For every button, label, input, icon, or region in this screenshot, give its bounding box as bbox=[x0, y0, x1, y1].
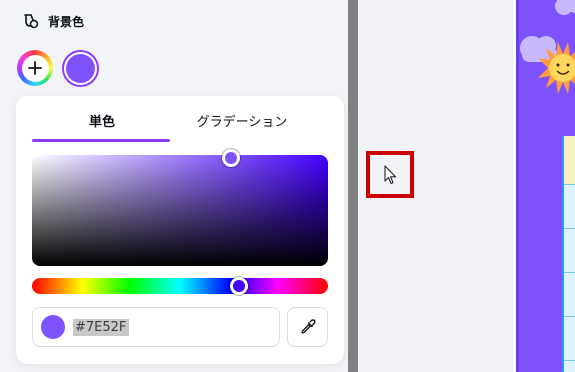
hue-slider[interactable] bbox=[32, 277, 328, 295]
panel-header: 背景色 bbox=[20, 10, 84, 32]
cursor-highlight-box bbox=[366, 151, 414, 198]
sun-illustration bbox=[538, 42, 575, 94]
hue-slider-handle[interactable] bbox=[230, 277, 248, 295]
add-color-button[interactable] bbox=[17, 50, 53, 86]
color-mode-tabs: 単色 グラデーション bbox=[32, 110, 312, 142]
current-color-swatch[interactable] bbox=[62, 50, 99, 87]
hex-input[interactable] bbox=[73, 318, 129, 336]
saturation-handle[interactable] bbox=[222, 149, 240, 167]
saturation-value-area[interactable] bbox=[32, 149, 328, 266]
hex-color-preview bbox=[41, 315, 65, 339]
color-picker-popover: 単色 グラデーション bbox=[16, 96, 344, 364]
calendar-board bbox=[562, 136, 575, 372]
design-page-preview[interactable] bbox=[514, 0, 575, 372]
palette-bucket-icon bbox=[20, 11, 40, 31]
tab-gradient[interactable]: グラデーション bbox=[172, 110, 312, 140]
panel-title: 背景色 bbox=[48, 14, 85, 29]
color-panel: 背景色 単色 グラデーション bbox=[0, 0, 348, 372]
panel-divider[interactable] bbox=[348, 0, 358, 372]
tab-solid[interactable]: 単色 bbox=[32, 110, 172, 142]
plus-icon bbox=[28, 61, 42, 75]
eyedropper-button[interactable] bbox=[287, 307, 328, 347]
eyedropper-icon bbox=[300, 319, 316, 334]
mouse-pointer-icon bbox=[384, 165, 397, 185]
hex-color-field[interactable] bbox=[32, 307, 280, 347]
